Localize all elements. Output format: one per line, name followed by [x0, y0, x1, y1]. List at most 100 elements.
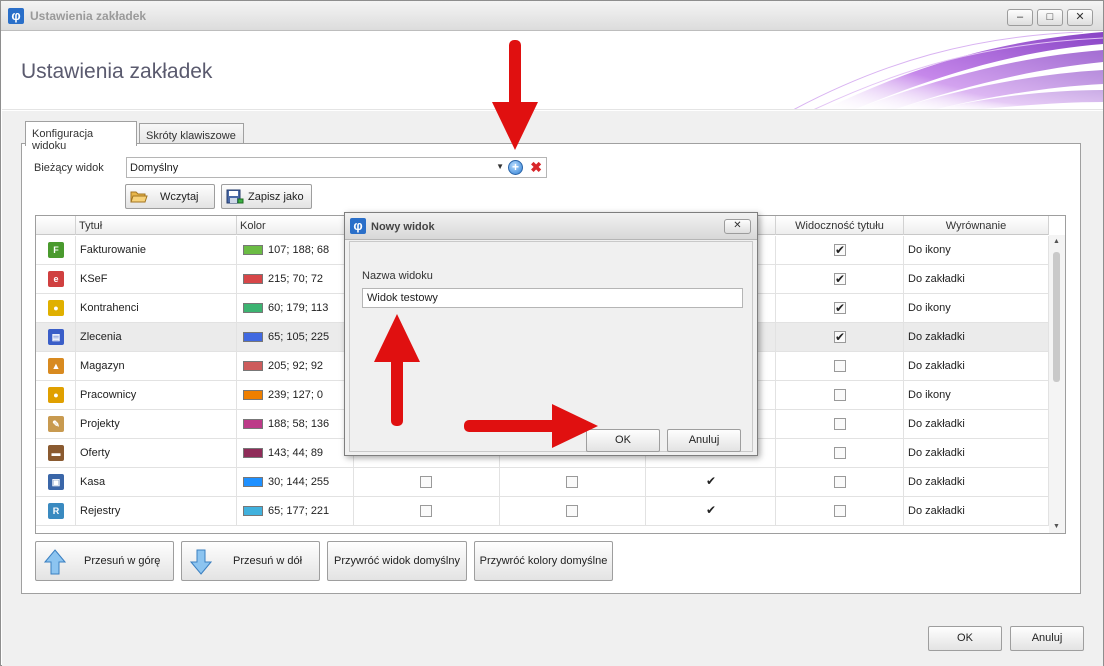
color-swatch[interactable]	[243, 332, 263, 342]
color-swatch[interactable]	[243, 361, 263, 371]
alignment-value[interactable]: Do ikony	[908, 389, 951, 401]
column-title[interactable]: Tytuł	[76, 216, 237, 235]
header-banner: Ustawienia zakładek	[2, 32, 1103, 110]
column-color[interactable]: Kolor	[237, 216, 354, 235]
row-checkbox[interactable]	[420, 476, 432, 488]
color-swatch[interactable]	[243, 274, 263, 284]
ok-button[interactable]: OK	[928, 626, 1002, 651]
module-icon: ▲	[48, 358, 64, 374]
tab-view-configuration[interactable]: Konfiguracja widoku	[25, 121, 137, 152]
folder-open-icon	[130, 191, 148, 203]
color-value: 215; 70; 72	[268, 273, 324, 285]
color-value: 65; 177; 221	[268, 505, 330, 517]
title-visibility-checkbox[interactable]: ✔	[834, 273, 846, 285]
color-swatch[interactable]	[243, 390, 263, 400]
grid-scrollbar[interactable]: ▲ ▼	[1049, 235, 1065, 533]
title-visibility-checkbox[interactable]: ✔	[834, 244, 846, 256]
color-swatch[interactable]	[243, 477, 263, 487]
chevron-down-icon[interactable]: ▼	[496, 162, 504, 171]
alignment-value[interactable]: Do ikony	[908, 244, 951, 256]
color-swatch[interactable]	[243, 303, 263, 313]
dialog-close-button[interactable]: ✕	[724, 219, 751, 234]
alignment-value[interactable]: Do ikony	[908, 302, 951, 314]
color-swatch[interactable]	[243, 448, 263, 458]
move-up-label: Przesuń w górę	[84, 555, 161, 567]
annotation-arrow-right-icon	[464, 404, 598, 448]
close-button[interactable]: ✕	[1067, 9, 1093, 26]
color-swatch[interactable]	[243, 506, 263, 516]
module-icon: R	[48, 503, 64, 519]
row-checkbox[interactable]: ✔	[705, 504, 717, 517]
dialog-cancel-button[interactable]: Anuluj	[667, 429, 741, 452]
table-row[interactable]: R Rejestry 65; 177; 221 ✔ Do zakładki	[36, 497, 1049, 526]
module-icon: ▬	[48, 445, 64, 461]
dialog-title: Nowy widok	[371, 221, 435, 233]
restore-default-view-button[interactable]: Przywróć widok domyślny	[327, 541, 467, 581]
save-as-button[interactable]: Zapisz jako	[221, 184, 312, 209]
row-title: Pracownicy	[80, 389, 137, 401]
color-value: 239; 127; 0	[268, 389, 324, 401]
alignment-value[interactable]: Do zakładki	[908, 505, 965, 517]
current-view-select[interactable]: Domyślny ▼ + ✖	[126, 157, 547, 178]
row-title: Oferty	[80, 447, 110, 459]
color-value: 107; 188; 68	[268, 244, 330, 256]
title-visibility-checkbox[interactable]: ✔	[834, 331, 846, 343]
scroll-up-icon[interactable]: ▲	[1053, 238, 1060, 245]
annotation-arrow-up-icon	[374, 314, 420, 426]
title-visibility-checkbox[interactable]	[834, 360, 846, 372]
color-value: 60; 179; 113	[268, 302, 329, 314]
color-value: 188; 58; 136	[268, 418, 330, 430]
add-view-icon[interactable]: +	[508, 160, 523, 175]
module-icon: F	[48, 242, 64, 258]
alignment-value[interactable]: Do zakładki	[908, 418, 965, 430]
view-name-label: Nazwa widoku	[362, 270, 433, 282]
title-visibility-checkbox[interactable]	[834, 505, 846, 517]
arrow-up-icon	[44, 549, 66, 575]
column-title-visibility[interactable]: Widoczność tytułu	[776, 216, 904, 235]
save-disk-icon	[226, 189, 244, 204]
color-swatch[interactable]	[243, 245, 263, 255]
load-button[interactable]: Wczytaj	[125, 184, 215, 209]
row-checkbox[interactable]: ✔	[705, 475, 717, 488]
module-icon: ▤	[48, 329, 64, 345]
color-value: 30; 144; 255	[268, 476, 330, 488]
module-icon: ✎	[48, 416, 64, 432]
row-title: Projekty	[80, 418, 120, 430]
view-name-input[interactable]: Widok testowy	[362, 288, 743, 308]
row-title: Magazyn	[80, 360, 125, 372]
restore-default-view-label: Przywróć widok domyślny	[334, 555, 460, 567]
row-title: Kasa	[80, 476, 106, 488]
current-view-value: Domyślny	[130, 162, 179, 174]
row-checkbox[interactable]	[566, 476, 578, 488]
table-row[interactable]: ▣ Kasa 30; 144; 255 ✔ Do zakładki	[36, 468, 1049, 497]
alignment-value[interactable]: Do zakładki	[908, 447, 965, 459]
alignment-value[interactable]: Do zakładki	[908, 476, 965, 488]
annotation-arrow-down-icon	[492, 40, 538, 150]
row-checkbox[interactable]	[566, 505, 578, 517]
title-visibility-checkbox[interactable]: ✔	[834, 302, 846, 314]
cancel-button[interactable]: Anuluj	[1010, 626, 1084, 651]
row-title: KSeF	[80, 273, 108, 285]
dialog-title-bar: φ Nowy widok ✕	[345, 213, 757, 240]
color-swatch[interactable]	[243, 419, 263, 429]
move-down-button[interactable]: Przesuń w dół	[181, 541, 320, 581]
column-alignment[interactable]: Wyrównanie	[904, 216, 1049, 235]
title-visibility-checkbox[interactable]	[834, 447, 846, 459]
alignment-value[interactable]: Do zakładki	[908, 273, 965, 285]
minimize-button[interactable]: –	[1007, 9, 1033, 26]
restore-default-colors-button[interactable]: Przywróć kolory domyślne	[474, 541, 613, 581]
title-bar: φ Ustawienia zakładek – □ ✕	[1, 1, 1103, 31]
delete-view-icon[interactable]: ✖	[530, 159, 542, 176]
alignment-value[interactable]: Do zakładki	[908, 331, 965, 343]
title-visibility-checkbox[interactable]	[834, 389, 846, 401]
row-checkbox[interactable]	[420, 505, 432, 517]
title-visibility-checkbox[interactable]	[834, 476, 846, 488]
title-visibility-checkbox[interactable]	[834, 418, 846, 430]
color-value: 65; 105; 225	[268, 331, 330, 343]
scroll-down-icon[interactable]: ▼	[1053, 523, 1060, 530]
scrollbar-thumb[interactable]	[1053, 252, 1060, 382]
move-up-button[interactable]: Przesuń w górę	[35, 541, 174, 581]
dialog-app-icon: φ	[350, 218, 366, 234]
maximize-button[interactable]: □	[1037, 9, 1063, 26]
alignment-value[interactable]: Do zakładki	[908, 360, 965, 372]
